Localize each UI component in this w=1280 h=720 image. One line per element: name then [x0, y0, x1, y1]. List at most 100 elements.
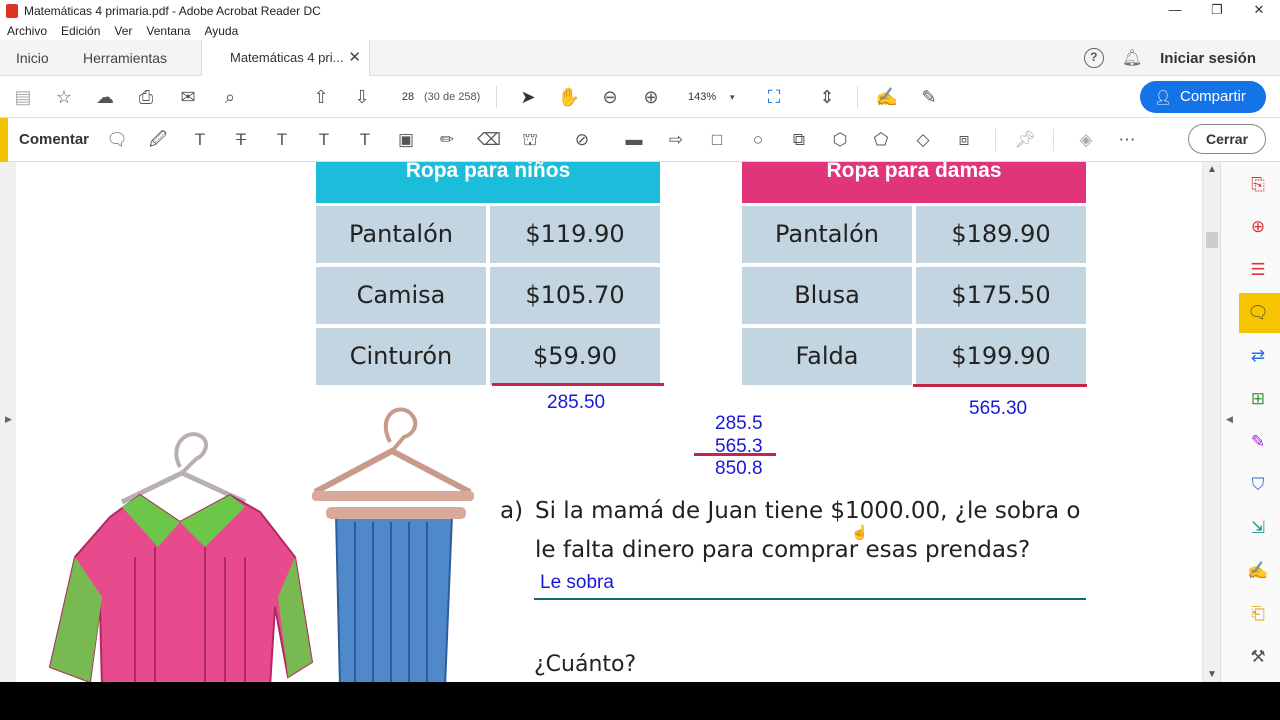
bottom-black-bar: [0, 682, 1280, 720]
sticky-note-icon[interactable]: 🗨︎: [105, 128, 129, 152]
replace-text-icon[interactable]: T: [270, 128, 294, 152]
text-box-icon[interactable]: T: [353, 128, 377, 152]
sign-icon[interactable]: ✍: [875, 85, 899, 109]
protect-shield-icon[interactable]: ⛉: [1245, 472, 1271, 498]
ladies-price-cell: $189.90: [916, 206, 1086, 263]
minimize-button[interactable]: —: [1154, 0, 1196, 22]
oval-icon[interactable]: ○: [746, 128, 770, 152]
kids-price-cell: $119.90: [490, 206, 660, 263]
zoom-dropdown-icon[interactable]: ▾: [730, 88, 735, 106]
compress-icon[interactable]: ⊞: [1245, 386, 1271, 412]
tab-herramientas[interactable]: Herramientas: [83, 40, 167, 76]
strikethrough-icon[interactable]: T: [229, 128, 253, 152]
text-icon[interactable]: T: [188, 128, 212, 152]
document-tab-label: Matemáticas 4 pri...: [230, 50, 344, 65]
vertical-scrollbar[interactable]: ▲ ▼: [1202, 162, 1220, 682]
page-down-icon[interactable]: ⇩: [350, 85, 374, 109]
add-person-icon: 👤︎: [1154, 89, 1172, 105]
menu-ventana[interactable]: Ventana: [146, 24, 190, 38]
sign-in-link[interactable]: Iniciar sesión: [1160, 50, 1256, 67]
upload-icon[interactable]: ☁: [93, 85, 117, 109]
fill-sign-icon[interactable]: ✎: [1245, 429, 1271, 455]
menu-bar: Archivo Edición Ver Ventana Ayuda: [0, 22, 1280, 40]
ladies-item-cell: Blusa: [742, 267, 912, 324]
highlight-pen-icon[interactable]: 🖉︎: [146, 128, 170, 152]
menu-archivo[interactable]: Archivo: [7, 24, 47, 38]
zoom-level-input[interactable]: 143%: [688, 88, 716, 106]
pencil-icon[interactable]: ✏: [435, 128, 459, 152]
send-review-icon[interactable]: ⇄: [1245, 343, 1271, 369]
more-icon[interactable]: ⋯: [1115, 128, 1139, 152]
callout-icon[interactable]: ⧉: [787, 128, 811, 152]
text-field-icon[interactable]: ▣: [394, 128, 418, 152]
right-tools-panel: ◀ ⎘ ⊕ ☰ 🗨︎ ⇄ ⊞ ✎ ⛉ ⇲ ✍ ⎗ ⚒: [1220, 162, 1280, 682]
send-track-icon[interactable]: ⇲: [1245, 515, 1271, 541]
polyline-icon[interactable]: ◇: [911, 128, 935, 152]
insert-text-icon[interactable]: T: [312, 128, 336, 152]
help-icon[interactable]: ?: [1083, 48, 1104, 68]
document-viewport[interactable]: ▶ Ropa para niños Pantalón $119.90 Camis…: [0, 162, 1202, 682]
edit-sign-icon[interactable]: ✍: [1245, 558, 1271, 584]
fit-page-icon[interactable]: ⛶: [762, 85, 786, 109]
toolbar-divider: [1053, 129, 1054, 151]
print-icon[interactable]: ⎙: [134, 85, 158, 109]
zoom-in-icon[interactable]: ⊕: [639, 85, 663, 109]
eraser-icon[interactable]: ⌫: [477, 128, 501, 152]
share-label: Compartir: [1180, 88, 1246, 105]
comment-icon[interactable]: 🗨︎: [1245, 300, 1271, 326]
pin-icon[interactable]: 📌︎: [1013, 128, 1037, 152]
menu-ver[interactable]: Ver: [114, 24, 132, 38]
hand-tool-icon[interactable]: ✋: [557, 85, 581, 109]
bookmark-star-icon[interactable]: ☆: [52, 85, 76, 109]
zoom-out-icon[interactable]: ⊖: [598, 85, 622, 109]
close-window-button[interactable]: ✕: [1238, 0, 1280, 22]
pants-hanger-illustration: [312, 407, 474, 682]
left-panel-toggle[interactable]: ▶: [0, 162, 16, 682]
hand-cursor-icon: ☝: [851, 524, 869, 540]
share-button[interactable]: 👤︎ Compartir: [1140, 81, 1266, 113]
line-icon[interactable]: ▬: [622, 128, 646, 152]
notification-bell-icon[interactable]: 🔔︎: [1122, 48, 1142, 68]
select-cursor-icon[interactable]: ➤: [516, 85, 540, 109]
cloud-icon[interactable]: ⬠: [869, 128, 893, 152]
stamp-icon[interactable]: ⛫: [518, 128, 542, 152]
toolbar-divider: [496, 86, 497, 108]
scroll-thumb[interactable]: [1206, 232, 1218, 248]
menu-edicion[interactable]: Edición: [61, 24, 100, 38]
scroll-up-icon[interactable]: ▲: [1207, 164, 1217, 175]
menu-ayuda[interactable]: Ayuda: [204, 24, 238, 38]
tools-more-icon[interactable]: ⚒: [1245, 644, 1271, 670]
ladies-total-annotation: 565.30: [969, 398, 1028, 419]
comment-tool-label: Comentar: [19, 131, 90, 148]
scroll-down-icon[interactable]: ▼: [1207, 669, 1217, 680]
connected-lines-icon[interactable]: ⧈: [952, 128, 976, 152]
window-controls: — ❐ ✕: [1154, 0, 1280, 22]
search-zoom-icon[interactable]: ⌕: [218, 85, 242, 109]
comment-accent-bar: [0, 118, 8, 162]
close-comment-button[interactable]: Cerrar: [1188, 124, 1266, 154]
save-icon[interactable]: ▤: [11, 85, 35, 109]
export-pdf-icon[interactable]: ⎘: [1245, 172, 1271, 198]
page-up-icon[interactable]: ⇧: [309, 85, 333, 109]
close-tab-icon[interactable]: ✕: [348, 40, 361, 76]
tab-document[interactable]: Matemáticas 4 pri... ✕: [201, 40, 370, 77]
rectangle-icon[interactable]: □: [705, 128, 729, 152]
restore-button[interactable]: ❐: [1196, 0, 1238, 22]
question-text: Si la mamá de Juan tiene $1000.00, ¿le s…: [535, 498, 1081, 563]
create-pdf-icon[interactable]: ⊕: [1245, 214, 1271, 240]
email-icon[interactable]: ✉: [176, 85, 200, 109]
scroll-mode-icon[interactable]: ⇕: [815, 85, 839, 109]
export-file-icon[interactable]: ⎗: [1245, 601, 1271, 627]
tab-inicio[interactable]: Inicio: [16, 40, 49, 76]
sum-addend-1: 285.5: [715, 413, 763, 434]
arrow-icon[interactable]: ⇨: [664, 128, 688, 152]
kids-price-cell: $105.70: [490, 267, 660, 324]
fill-icon[interactable]: ◈: [1074, 128, 1098, 152]
expand-left-icon: ▶: [5, 414, 12, 424]
page-number-input[interactable]: 28: [393, 88, 423, 106]
collapse-panel-icon[interactable]: ◀: [1226, 414, 1233, 425]
polygon-icon[interactable]: ⬡: [828, 128, 852, 152]
organize-pages-icon[interactable]: ☰: [1245, 257, 1271, 283]
fill-sign-icon[interactable]: ✎: [917, 85, 941, 109]
attach-icon[interactable]: ⊘: [570, 128, 594, 152]
